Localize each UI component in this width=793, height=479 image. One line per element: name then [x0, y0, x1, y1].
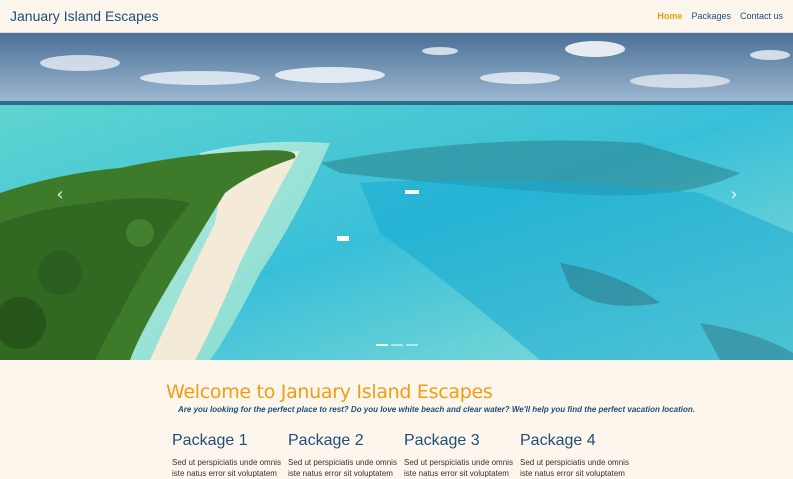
package-title: Package 1: [172, 432, 248, 449]
nav-contact-link[interactable]: Contact us: [740, 11, 783, 21]
package-card: Package 2 Sed ut perspiciatis unde omnis…: [288, 432, 404, 479]
carousel-indicators: [376, 344, 418, 346]
carousel-next-icon[interactable]: ›: [722, 183, 746, 207]
welcome-heading: Welcome to January Island Escapes: [166, 381, 493, 403]
carousel-indicator[interactable]: [376, 344, 388, 346]
carousel-indicator[interactable]: [406, 344, 418, 346]
welcome-tagline: Are you looking for the perfect place to…: [178, 405, 695, 414]
packages-row: Package 1 Sed ut perspiciatis unde omnis…: [172, 432, 636, 479]
package-card: Package 4 Sed ut perspiciatis unde omnis…: [520, 432, 636, 479]
package-title: Package 2: [288, 432, 364, 449]
carousel-prev-icon[interactable]: ‹: [48, 183, 72, 207]
nav-home-link[interactable]: Home: [657, 11, 682, 21]
package-card: Package 3 Sed ut perspiciatis unde omnis…: [404, 432, 520, 479]
package-title: Package 3: [404, 432, 480, 449]
package-title: Package 4: [520, 432, 596, 449]
brand-title[interactable]: January Island Escapes: [10, 8, 159, 24]
hero-image: [0, 33, 793, 360]
nav-packages-link[interactable]: Packages: [691, 11, 731, 21]
hero-carousel: ‹ ›: [0, 33, 793, 360]
navbar: January Island Escapes Home Packages Con…: [0, 0, 793, 33]
package-card: Package 1 Sed ut perspiciatis unde omnis…: [172, 432, 288, 479]
carousel-indicator[interactable]: [391, 344, 403, 346]
nav-menu: Home Packages Contact us: [657, 11, 783, 21]
